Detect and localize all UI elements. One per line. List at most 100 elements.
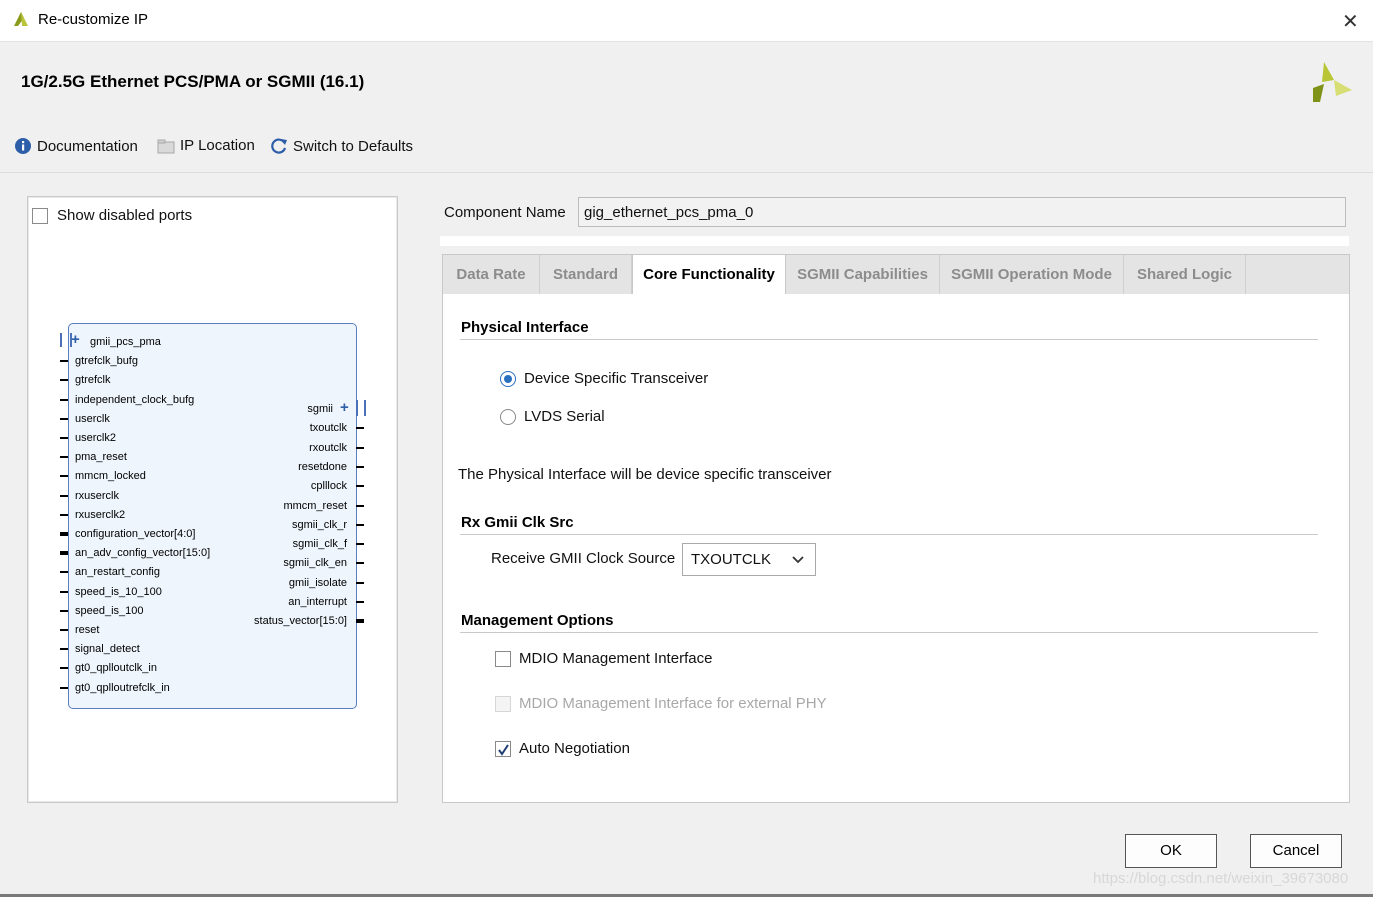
output-port-label: mmcm_reset bbox=[283, 499, 347, 512]
component-spacer bbox=[440, 236, 1349, 246]
mdio-external-phy-checkbox bbox=[495, 695, 511, 712]
vivado-logo-icon bbox=[14, 12, 28, 26]
physical-interface-heading: Physical Interface bbox=[461, 319, 589, 336]
mdio-management-label: MDIO Management Interface bbox=[519, 650, 713, 667]
input-pin bbox=[60, 571, 68, 574]
input-port-label: speed_is_100 bbox=[75, 604, 144, 617]
input-pin bbox=[60, 360, 68, 363]
physical-interface-divider bbox=[460, 339, 1318, 340]
tab-data-rate[interactable]: Data Rate bbox=[443, 255, 540, 295]
mdio-external-phy-option: MDIO Management Interface for external P… bbox=[495, 695, 827, 712]
output-pin bbox=[356, 446, 364, 449]
output-port-label: gmii_isolate bbox=[288, 576, 347, 589]
device-specific-transceiver-label: Device Specific Transceiver bbox=[524, 370, 709, 387]
header-divider bbox=[0, 172, 1373, 173]
tab-standard[interactable]: Standard bbox=[540, 255, 632, 295]
lvds-serial-radio[interactable] bbox=[500, 408, 516, 425]
input-port-label: configuration_vector[4:0] bbox=[75, 528, 196, 540]
input-port-label: an_restart_config bbox=[75, 566, 160, 579]
folder-icon bbox=[157, 139, 175, 153]
switch-to-defaults-link[interactable]: Switch to Defaults bbox=[270, 137, 413, 155]
output-pin bbox=[356, 427, 364, 430]
output-port-label: sgmii_clk_f bbox=[292, 538, 347, 551]
expand-icon[interactable]: + bbox=[340, 399, 349, 416]
input-pin bbox=[60, 475, 68, 478]
input-pin bbox=[60, 494, 68, 497]
rx-gmii-source-select[interactable]: TXOUTCLK bbox=[682, 543, 816, 576]
symbol-ports-layer bbox=[0, 0, 1, 1]
output-port-label: status_vector[15:0] bbox=[254, 615, 347, 628]
output-port-label: cplllock bbox=[310, 480, 347, 493]
expand-icon[interactable]: + bbox=[71, 331, 80, 348]
mdio-management-checkbox[interactable] bbox=[495, 650, 511, 667]
mdio-external-phy-label: MDIO Management Interface for external P… bbox=[519, 695, 827, 712]
show-disabled-ports-option[interactable]: Show disabled ports bbox=[32, 207, 192, 224]
input-pin bbox=[60, 456, 68, 459]
info-icon bbox=[15, 138, 31, 154]
lvds-serial-label: LVDS Serial bbox=[524, 408, 605, 425]
input-pin bbox=[60, 513, 68, 516]
ip-location-label: IP Location bbox=[180, 137, 255, 154]
input-pin bbox=[60, 629, 68, 631]
input-pin bbox=[60, 686, 68, 689]
input-port-label: gt0_qplloutrefclk_in bbox=[75, 681, 170, 694]
documentation-label: Documentation bbox=[37, 137, 138, 155]
close-icon[interactable]: ✕ bbox=[1342, 9, 1359, 34]
input-port-label: gt0_qplloutclk_in bbox=[75, 662, 157, 675]
input-pin bbox=[60, 379, 68, 382]
output-port-label: sgmii_clk_en bbox=[283, 557, 347, 570]
input-port-label: gtrefclk_bufg bbox=[75, 355, 138, 368]
input-pin bbox=[60, 551, 68, 556]
input-port-label: userclk2 bbox=[75, 432, 116, 444]
tab-shared-logic[interactable]: Shared Logic bbox=[1124, 255, 1246, 295]
cancel-button[interactable]: Cancel bbox=[1250, 834, 1342, 868]
input-pin bbox=[60, 648, 68, 651]
management-options-heading: Management Options bbox=[461, 612, 614, 629]
input-port-label: speed_is_10_100 bbox=[75, 585, 162, 598]
tab-bar: Data Rate Standard Core Functionality SG… bbox=[442, 254, 1350, 296]
input-port-label: an_adv_config_vector[15:0] bbox=[75, 547, 211, 560]
input-port-label: rxuserclk bbox=[75, 489, 120, 502]
input-pin bbox=[60, 609, 68, 612]
auto-negotiation-option[interactable]: Auto Negotiation bbox=[495, 740, 630, 757]
rx-gmii-divider bbox=[460, 534, 1318, 535]
ip-location-link[interactable]: IP Location bbox=[157, 137, 255, 154]
output-port-label: txoutclk bbox=[309, 422, 347, 435]
mdio-management-option[interactable]: MDIO Management Interface bbox=[495, 650, 712, 667]
chevron-down-icon bbox=[792, 556, 804, 564]
output-pin bbox=[356, 562, 364, 565]
physical-interface-note: The Physical Interface will be device sp… bbox=[458, 466, 832, 483]
device-specific-transceiver-radio[interactable] bbox=[500, 370, 516, 387]
input-pin bbox=[60, 532, 68, 536]
input-pin bbox=[60, 590, 68, 593]
auto-negotiation-checkbox[interactable] bbox=[495, 740, 511, 757]
device-specific-transceiver-option[interactable]: Device Specific Transceiver bbox=[500, 370, 708, 387]
show-disabled-ports-checkbox[interactable] bbox=[32, 207, 48, 224]
output-pin bbox=[356, 504, 364, 507]
xilinx-logo-icon bbox=[1313, 62, 1352, 102]
ok-button[interactable]: OK bbox=[1125, 834, 1217, 868]
refresh-icon bbox=[271, 138, 287, 154]
output-pin bbox=[356, 485, 364, 488]
input-port-label: independent_clock_bufg bbox=[75, 393, 195, 406]
component-name-field[interactable]: gig_ethernet_pcs_pma_0 bbox=[578, 197, 1346, 227]
window-title: Re-customize IP bbox=[38, 11, 149, 28]
page-title: 1G/2.5G Ethernet PCS/PMA or SGMII (16.1) bbox=[21, 72, 365, 91]
input-pin bbox=[60, 417, 68, 420]
documentation-link[interactable]: Documentation bbox=[14, 137, 138, 155]
tab-core-functionality[interactable]: Core Functionality bbox=[632, 255, 786, 296]
output-pin bbox=[356, 601, 364, 603]
checkmark-icon bbox=[498, 743, 509, 756]
component-name-value: gig_ethernet_pcs_pma_0 bbox=[584, 204, 754, 221]
input-port-label: rxuserclk2 bbox=[75, 508, 126, 521]
show-disabled-ports-label: Show disabled ports bbox=[57, 207, 193, 224]
tab-sgmii-operation-mode[interactable]: SGMII Operation Mode bbox=[940, 255, 1124, 295]
input-pin bbox=[60, 667, 68, 670]
output-port-label: resetdone bbox=[298, 460, 347, 473]
output-pin bbox=[356, 523, 364, 526]
output-pin bbox=[356, 543, 364, 546]
auto-negotiation-label: Auto Negotiation bbox=[519, 740, 630, 757]
tab-sgmii-capabilities[interactable]: SGMII Capabilities bbox=[786, 255, 940, 295]
component-name-label: Component Name bbox=[444, 204, 566, 221]
lvds-serial-option[interactable]: LVDS Serial bbox=[500, 408, 605, 425]
